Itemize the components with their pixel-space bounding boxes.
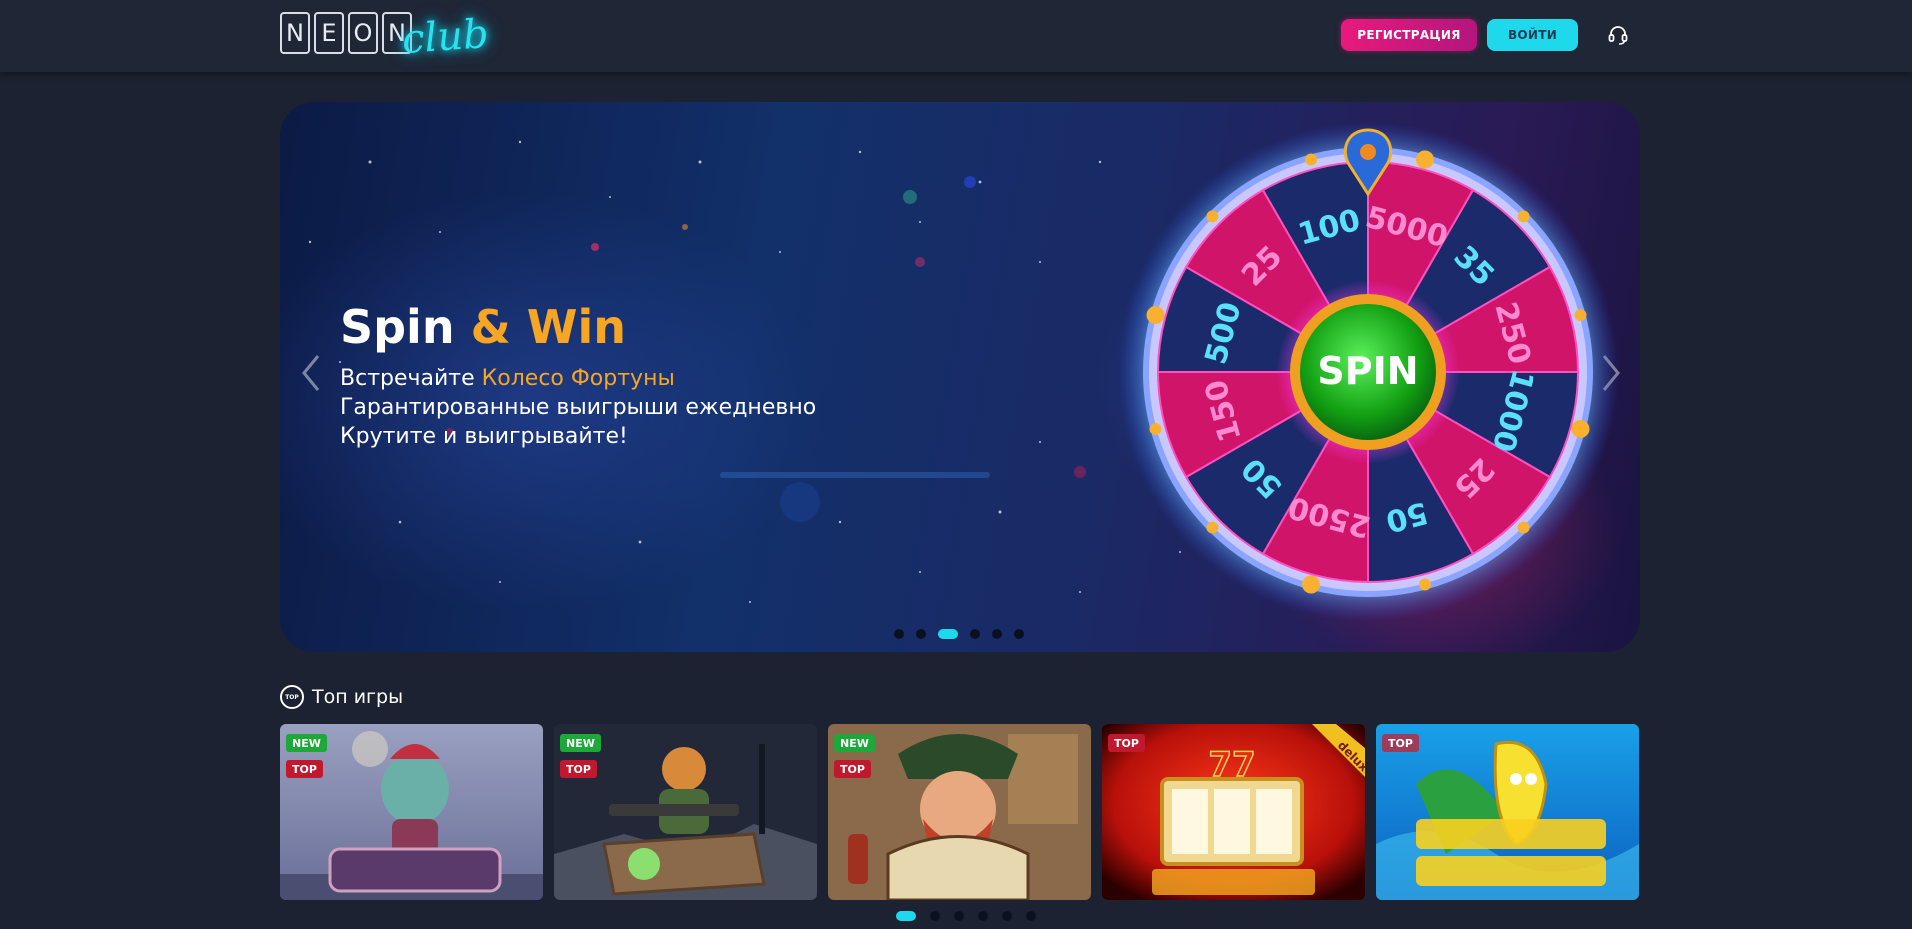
badge-new: NEW xyxy=(286,734,327,752)
neon-club-logo[interactable]: N E O N club xyxy=(280,11,490,76)
fortune-wheel-illustration: 5000352501000255025005015050025100 SPIN xyxy=(1118,122,1618,622)
top-games-header: TOP Топ игры xyxy=(280,685,403,709)
logo-letter: N xyxy=(280,12,310,54)
site-header: N E O N club РЕГИСТРАЦИЯ ВОЙТИ xyxy=(0,0,1912,72)
game-card-storm-riders[interactable]: NEW TOP xyxy=(554,724,817,900)
game-card-pirate-dice[interactable]: NEW TOP xyxy=(828,724,1091,900)
wheel-rim-light xyxy=(1206,210,1219,223)
banner-title-main: Spin xyxy=(340,300,455,354)
games-pagination xyxy=(896,911,1036,921)
svg-text:77: 77 xyxy=(1208,745,1255,785)
wheel-center-label: SPIN xyxy=(1317,349,1418,393)
wheel-rim-light xyxy=(1206,521,1219,534)
wheel-rim-light xyxy=(1418,578,1431,591)
wheel-rim-light xyxy=(1517,210,1530,223)
headset-icon[interactable] xyxy=(1607,24,1629,46)
logo-letter: O xyxy=(348,12,378,54)
banner-line-2: Гарантированные выигрыши ежедневно xyxy=(340,395,817,420)
pagination-dot[interactable] xyxy=(1014,629,1024,639)
banner-title: Spin & Win xyxy=(340,300,626,354)
badge-top: TOP xyxy=(1382,734,1419,752)
wheel-rim-light xyxy=(1574,309,1587,322)
wheel-rim-light xyxy=(1302,575,1321,594)
pagination-dot[interactable] xyxy=(1002,911,1012,921)
top-games-list: NEW TOP NEW TOP NEW TOP 77 deluxe TOP TO… xyxy=(280,724,1639,900)
pagination-dot[interactable] xyxy=(896,911,916,921)
badge-top: TOP xyxy=(286,760,323,778)
banner-title-accent: & Win xyxy=(470,300,626,354)
pagination-dot[interactable] xyxy=(992,629,1002,639)
login-button[interactable]: ВОЙТИ xyxy=(1487,19,1578,51)
wheel-rim-light xyxy=(1149,422,1162,435)
banner-description: Встречайте Колесо Фортуны Гарантированны… xyxy=(340,364,816,451)
top-games-title: Топ игры xyxy=(312,686,404,708)
pagination-dot[interactable] xyxy=(1026,911,1036,921)
register-button[interactable]: РЕГИСТРАЦИЯ xyxy=(1341,19,1477,51)
game-card-always-hot-deluxe[interactable]: 77 deluxe TOP xyxy=(1102,724,1365,900)
pagination-dot[interactable] xyxy=(894,629,904,639)
top-games-icon: TOP xyxy=(280,685,304,709)
logo-letter: E xyxy=(314,12,344,54)
badge-new: NEW xyxy=(560,734,601,752)
pagination-dot[interactable] xyxy=(916,629,926,639)
pagination-dot[interactable] xyxy=(938,629,958,639)
banner-pagination xyxy=(894,629,1024,639)
wheel-rim-light xyxy=(1415,150,1434,169)
promo-banner[interactable]: Spin & Win Встречайте Колесо Фортуны Гар… xyxy=(280,102,1640,652)
banner-line-1-prefix: Встречайте xyxy=(340,366,475,391)
badge-new: NEW xyxy=(834,734,875,752)
pagination-dot[interactable] xyxy=(970,629,980,639)
pagination-dot[interactable] xyxy=(954,911,964,921)
wheel-rim-light xyxy=(1517,521,1530,534)
wheel-rim-light xyxy=(1305,153,1318,166)
pagination-dot[interactable] xyxy=(978,911,988,921)
banner-prev-arrow-icon[interactable] xyxy=(296,348,326,398)
badge-top: TOP xyxy=(834,760,871,778)
banner-line-1: Встречайте Колесо Фортуны xyxy=(340,364,816,393)
banner-line-1-accent: Колесо Фортуны xyxy=(481,366,675,391)
banner-line-3: Крутите и выигрывайте! xyxy=(340,424,628,449)
wheel-rim-light xyxy=(1571,419,1590,438)
game-card-grave-hilo[interactable]: NEW TOP xyxy=(280,724,543,900)
pagination-dot[interactable] xyxy=(930,911,940,921)
badge-top: TOP xyxy=(1108,734,1145,752)
game-card-bananas-go-bahamas[interactable]: TOP xyxy=(1376,724,1639,900)
badge-top: TOP xyxy=(560,760,597,778)
wheel-rim-light xyxy=(1146,306,1165,325)
logo-club-script: club xyxy=(400,11,491,63)
